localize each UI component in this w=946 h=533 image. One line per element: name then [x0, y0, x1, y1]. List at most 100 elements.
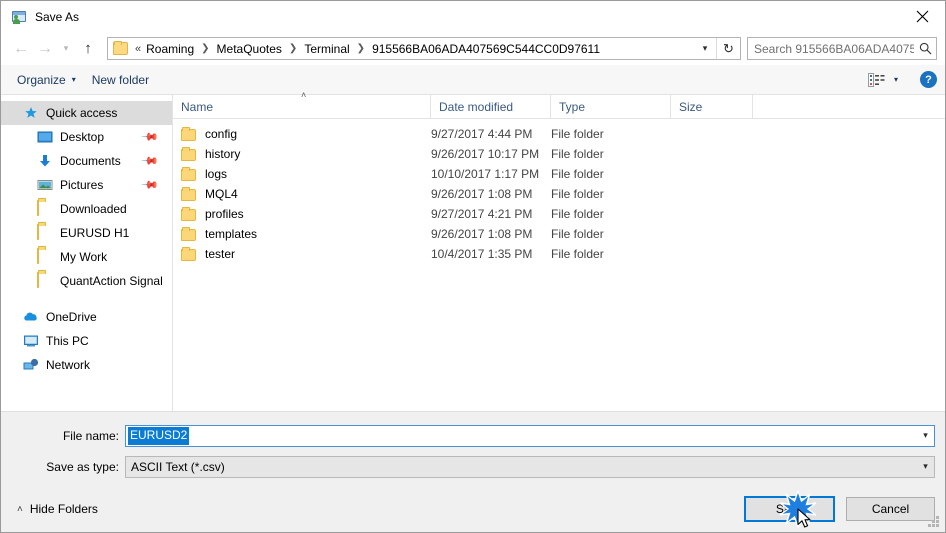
- pin-icon[interactable]: 📌: [141, 128, 159, 146]
- sidebar-item-downloaded[interactable]: Downloaded: [1, 197, 172, 221]
- file-name-input[interactable]: EURUSD2 ▾: [125, 424, 935, 447]
- file-date: 9/27/2017 4:21 PM: [431, 207, 533, 221]
- onedrive-icon: [23, 309, 39, 325]
- search-box[interactable]: Search 915566BA06ADA40756...: [747, 37, 937, 60]
- column-label: Size: [679, 99, 703, 114]
- pin-icon[interactable]: 📌: [141, 176, 159, 194]
- column-header-date-modified[interactable]: Date modified: [431, 94, 551, 119]
- folder-icon: [37, 272, 53, 289]
- file-name-label: File name:: [62, 428, 119, 443]
- table-row[interactable]: templates 9/26/2017 1:08 PM File folder: [173, 224, 945, 244]
- recent-locations-chevron-icon[interactable]: ▾: [57, 37, 75, 61]
- sidebar-item-this-pc[interactable]: This PC: [1, 329, 172, 353]
- file-type: File folder: [551, 167, 604, 181]
- file-name-cell: history: [173, 147, 431, 161]
- resize-grip-icon[interactable]: [928, 516, 940, 528]
- up-arrow-icon[interactable]: ↑: [75, 37, 101, 61]
- file-type: File folder: [551, 247, 604, 261]
- sidebar-item-network[interactable]: Network: [1, 353, 172, 377]
- command-toolbar: Organize ▾ New folder ▾ ?: [1, 65, 945, 95]
- sidebar-item-label: Desktop: [60, 130, 105, 144]
- file-type: File folder: [551, 227, 604, 241]
- column-header-type[interactable]: Type: [551, 94, 671, 119]
- search-input[interactable]: Search 915566BA06ADA40756...: [748, 42, 914, 56]
- table-row[interactable]: profiles 9/27/2017 4:21 PM File folder: [173, 204, 945, 224]
- folder-icon: [181, 167, 196, 181]
- file-name: tester: [205, 247, 236, 261]
- window-title: Save As: [35, 9, 80, 24]
- save-as-type-chevron-down-icon[interactable]: ▾: [917, 457, 934, 477]
- table-row[interactable]: config 9/27/2017 4:44 PM File folder: [173, 124, 945, 144]
- hide-folders-button[interactable]: ˄ Hide Folders: [11, 502, 98, 516]
- sort-ascending-icon: ˄: [301, 89, 307, 100]
- folder-icon: [181, 227, 196, 241]
- file-name-chevron-down-icon[interactable]: ▾: [917, 426, 934, 446]
- back-arrow-icon[interactable]: ←: [9, 37, 33, 61]
- close-icon[interactable]: [899, 1, 945, 31]
- cancel-button[interactable]: Cancel: [846, 497, 935, 521]
- save-as-type-select[interactable]: ASCII Text (*.csv) ▾: [125, 455, 935, 478]
- save-as-icon: [11, 9, 27, 25]
- file-rows: config 9/27/2017 4:44 PM File folder his…: [173, 119, 945, 411]
- pin-icon[interactable]: 📌: [141, 152, 159, 170]
- folder-icon: [113, 41, 128, 55]
- file-name-cell: templates: [173, 227, 431, 241]
- sidebar-item-quick-access[interactable]: Quick access: [1, 101, 172, 125]
- sidebar-item-pictures[interactable]: Pictures 📌: [1, 173, 172, 197]
- chevron-up-icon: ˄: [17, 503, 23, 515]
- this-pc-icon: [23, 333, 39, 349]
- star-pin-icon: [23, 105, 39, 121]
- breadcrumb-item-current[interactable]: 915566BA06ADA407569C544CC0D97611: [370, 42, 602, 56]
- breadcrumb-item-roaming[interactable]: Roaming: [144, 42, 196, 56]
- file-name: templates: [205, 227, 258, 241]
- file-date: 9/26/2017 1:08 PM: [431, 227, 533, 241]
- table-row[interactable]: logs 10/10/2017 1:17 PM File folder: [173, 164, 945, 184]
- file-type: File folder: [551, 207, 604, 221]
- file-name-cell: logs: [173, 167, 431, 181]
- sidebar-item-desktop[interactable]: Desktop 📌: [1, 125, 172, 149]
- column-header-size[interactable]: Size: [671, 94, 753, 119]
- breadcrumb-item-metaquotes[interactable]: MetaQuotes: [215, 42, 284, 56]
- sidebar-item-eurusd-h1[interactable]: EURUSD H1: [1, 221, 172, 245]
- save-as-type-label: Save as type:: [46, 459, 119, 474]
- organize-button[interactable]: Organize ▾: [9, 70, 84, 90]
- sidebar-item-quantaction-signal[interactable]: QuantAction Signal: [1, 269, 172, 293]
- folder-icon: [37, 200, 53, 217]
- sidebar-item-my-work[interactable]: My Work: [1, 245, 172, 269]
- sidebar-item-label: Pictures: [60, 178, 104, 192]
- folder-icon: [181, 207, 196, 221]
- address-dropdown-chevron-down-icon[interactable]: ▾: [694, 38, 716, 59]
- save-as-type-row: Save as type: ASCII Text (*.csv) ▾: [1, 455, 945, 478]
- table-row[interactable]: tester 10/4/2017 1:35 PM File folder: [173, 244, 945, 264]
- new-folder-label: New folder: [91, 72, 150, 87]
- address-bar[interactable]: « Roaming ❯ MetaQuotes ❯ Terminal ❯ 9155…: [107, 37, 741, 60]
- file-name: MQL4: [205, 187, 238, 201]
- dialog-footer: ˄ Hide Folders Save Cancel: [1, 486, 945, 532]
- sidebar-item-label: Downloaded: [60, 202, 127, 216]
- chevron-right-icon: ❯: [288, 43, 298, 54]
- save-as-type-value: ASCII Text (*.csv): [131, 459, 225, 474]
- save-button[interactable]: Save: [744, 496, 835, 522]
- hide-folders-label: Hide Folders: [29, 502, 98, 516]
- sidebar-item-label: Quick access: [46, 106, 118, 120]
- sidebar-item-documents[interactable]: Documents 📌: [1, 149, 172, 173]
- breadcrumb-overflow[interactable]: «: [132, 43, 144, 55]
- file-name-cell: config: [173, 127, 431, 141]
- table-row[interactable]: history 9/26/2017 10:17 PM File folder: [173, 144, 945, 164]
- breadcrumb-item-terminal[interactable]: Terminal: [302, 42, 351, 56]
- title-bar: Save As: [1, 1, 945, 32]
- table-row[interactable]: MQL4 9/26/2017 1:08 PM File folder: [173, 184, 945, 204]
- help-icon[interactable]: ?: [920, 71, 937, 88]
- new-folder-button[interactable]: New folder: [84, 70, 157, 90]
- view-chevron-down-icon: ▾: [893, 75, 898, 84]
- file-name: profiles: [205, 207, 244, 221]
- view-layout-icon: [867, 72, 886, 87]
- column-header-name[interactable]: ˄ Name: [173, 90, 431, 119]
- forward-arrow-icon[interactable]: →: [33, 37, 57, 61]
- file-type: File folder: [551, 187, 604, 201]
- refresh-icon[interactable]: ↻: [717, 38, 740, 59]
- change-view-button[interactable]: ▾: [860, 70, 906, 90]
- sidebar-item-onedrive[interactable]: OneDrive: [1, 305, 172, 329]
- column-label: Date modified: [439, 99, 514, 114]
- sidebar-item-label: Network: [46, 358, 91, 372]
